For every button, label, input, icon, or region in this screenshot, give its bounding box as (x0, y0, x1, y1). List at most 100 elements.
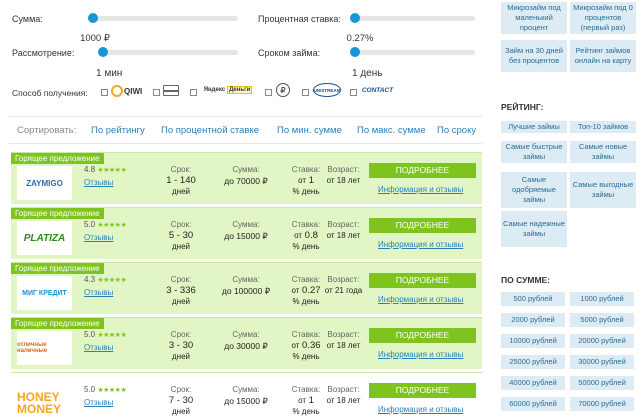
fastest-loans-link[interactable]: Самые быстрые займы (501, 141, 567, 163)
sum-slider[interactable] (88, 13, 238, 23)
qiwi-checkbox[interactable] (101, 89, 108, 96)
details-button[interactable]: ПОДРОБНЕЕ (369, 163, 476, 178)
offer-row: Горящее предложение МИГ КРЕДИТ 4.3 ★★★★★ От… (11, 262, 482, 314)
rate-unit: % день (292, 407, 320, 416)
sum-amount: до 15000 (224, 231, 260, 241)
rate-slider[interactable] (350, 13, 475, 23)
card-icon (163, 85, 179, 96)
lender-logo[interactable]: МИГ КРЕДИТ (17, 276, 72, 310)
hot-offer-badge: Горящее предложение (11, 318, 104, 329)
term-header: Срок: (170, 385, 192, 394)
sum-amount: до 15000 (224, 396, 260, 406)
sum-link[interactable]: 20000 рублей (570, 334, 634, 348)
sort-label: Сортировать: (17, 125, 77, 136)
info-reviews-link[interactable]: Информация и отзывы (378, 350, 463, 359)
offer-row: Горящее предложение отличные наличные 5.0 … (11, 317, 482, 369)
sum-amount: до 100000 (221, 286, 263, 296)
sum-link[interactable]: 30000 рублей (570, 355, 634, 369)
details-button[interactable]: ПОДРОБНЕЕ (369, 273, 476, 288)
yandex-money-logo: Яндекс Деньги (203, 86, 253, 94)
rate-unit: % день (292, 297, 320, 306)
sum-link[interactable]: 50000 рублей (570, 376, 634, 390)
rating-value: 5.0 ★★★★★ (84, 220, 127, 229)
sort-by-min-sum[interactable]: По мин. сумме (277, 125, 342, 136)
info-reviews-link[interactable]: Информация и отзывы (378, 240, 463, 249)
rate-slider-handle[interactable] (350, 13, 360, 23)
details-button[interactable]: ПОДРОБНЕЕ (369, 328, 476, 343)
sum-link[interactable]: 5000 рублей (570, 313, 634, 327)
age-value: от 21 года (324, 286, 363, 295)
sum-link[interactable]: 60000 рублей (501, 397, 565, 411)
rate-prefix: от (294, 231, 303, 240)
rating-stars: ★★★★★ (97, 387, 127, 394)
rating-stars: ★★★★★ (97, 222, 127, 229)
sum-value: 1000 ₽ (80, 33, 110, 44)
loan-term-slider[interactable] (350, 47, 475, 57)
reviews-link[interactable]: Отзывы (84, 178, 113, 187)
zolotaya-korona-checkbox[interactable] (265, 89, 272, 96)
loan-term-slider-handle[interactable] (350, 47, 360, 57)
age-header: Возраст: (327, 275, 360, 284)
rate-prefix: от (298, 396, 306, 405)
sum-link[interactable]: 25000 рублей (501, 355, 565, 369)
rating-value: 4.3 ★★★★★ (84, 275, 127, 284)
currency-symbol: ₽ (262, 176, 268, 186)
sidebar-link-low-rate[interactable]: Микрозайм под маленький процент (501, 2, 567, 34)
card-checkbox[interactable] (153, 89, 160, 96)
reviews-link[interactable]: Отзывы (84, 288, 113, 297)
details-button[interactable]: ПОДРОБНЕЕ (369, 218, 476, 233)
most-approved-link[interactable]: Самые одобряемые займы (501, 172, 567, 208)
most-reliable-link[interactable]: Самые надежные займы (501, 211, 567, 247)
sort-by-rate[interactable]: По процентной ставке (161, 125, 259, 136)
rate-number: 1 (308, 175, 314, 186)
rate-number: 1 (308, 395, 314, 406)
newest-loans-link[interactable]: Самые новые займы (570, 141, 636, 163)
reviews-link[interactable]: Отзывы (84, 343, 113, 352)
age-value: от 18 лет (326, 176, 361, 185)
rate-unit: % день (292, 242, 320, 251)
lender-logo[interactable]: ZAYMIGO (17, 166, 72, 200)
reviews-link[interactable]: Отзывы (84, 398, 113, 407)
rate-unit: % день (292, 187, 320, 196)
sum-value: до 30000 ₽ (211, 341, 281, 352)
yandex-money-checkbox[interactable] (190, 89, 197, 96)
sum-link[interactable]: 500 рублей (501, 292, 565, 306)
sidebar-link-zero-rate[interactable]: Микрозайм под 0 процентов (первый раз) (570, 2, 636, 34)
lender-logo[interactable]: PLATIZA (17, 221, 72, 255)
term-header: Срок: (170, 220, 192, 229)
rate-prefix: от (298, 176, 306, 185)
review-time-slider-handle[interactable] (98, 47, 108, 57)
details-button[interactable]: ПОДРОБНЕЕ (369, 383, 476, 398)
info-reviews-link[interactable]: Информация и отзывы (378, 185, 463, 194)
info-reviews-link[interactable]: Информация и отзывы (378, 295, 463, 304)
term-value: 7 - 30 (168, 395, 194, 406)
sort-by-max-sum[interactable]: По макс. сумме (357, 125, 426, 136)
age-header: Возраст: (327, 330, 360, 339)
info-reviews-link[interactable]: Информация и отзывы (378, 405, 463, 414)
sum-link[interactable]: 2000 рублей (501, 313, 565, 327)
sum-slider-handle[interactable] (88, 13, 98, 23)
unistream-checkbox[interactable] (302, 89, 309, 96)
sidebar-link-online-card[interactable]: Рейтинг займов онлайн на карту (570, 40, 636, 72)
sum-link[interactable]: 70000 рублей (570, 397, 634, 411)
sum-header: Сумма: (232, 385, 260, 394)
rate-prefix: от (291, 286, 300, 295)
sum-link[interactable]: 40000 рублей (501, 376, 565, 390)
top-10-link[interactable]: Топ-10 займов (570, 121, 636, 133)
rate-value: 0.27% (346, 33, 374, 44)
sum-link[interactable]: 10000 рублей (501, 334, 565, 348)
age-header: Возраст: (327, 220, 360, 229)
sort-by-term[interactable]: По сроку (437, 125, 476, 136)
review-time-slider[interactable] (98, 47, 238, 57)
lender-logo[interactable]: HONEY MONEY (17, 386, 72, 419)
sum-link[interactable]: 1000 рублей (570, 292, 634, 306)
sort-by-rating[interactable]: По рейтингу (91, 125, 145, 136)
age-header: Возраст: (327, 385, 360, 394)
best-loans-link[interactable]: Лучшие займы (501, 121, 567, 133)
most-profitable-link[interactable]: Самые выгодные займы (570, 172, 636, 208)
lender-logo[interactable]: отличные наличные (17, 331, 72, 365)
sidebar-link-30-days[interactable]: Займ на 30 дней без процентов (501, 40, 567, 72)
reviews-link[interactable]: Отзывы (84, 233, 113, 242)
hot-offer-badge: Горящее предложение (11, 208, 104, 219)
contact-checkbox[interactable] (350, 89, 357, 96)
